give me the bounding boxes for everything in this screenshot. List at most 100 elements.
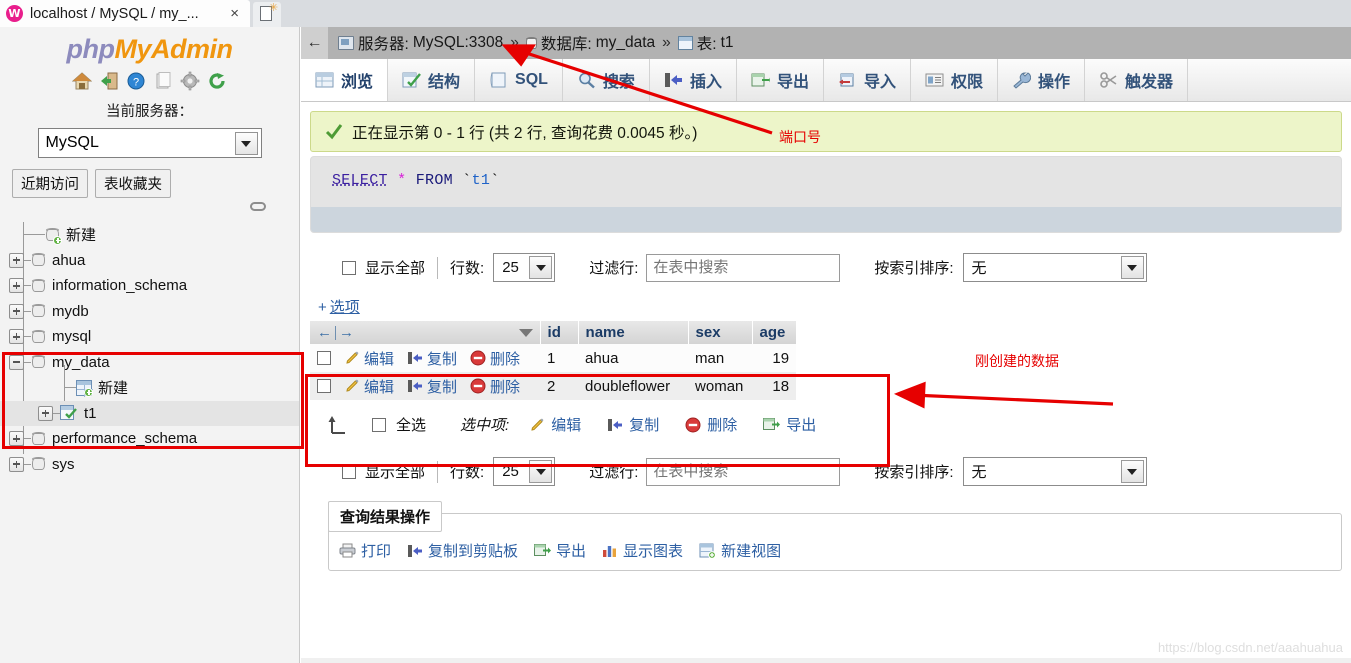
tab-export[interactable]: 导出 — [736, 59, 824, 101]
tab-insert[interactable]: 插入 — [649, 59, 737, 101]
show-chart-link[interactable]: 显示图表 — [602, 540, 683, 561]
sort-descending-icon[interactable] — [518, 328, 533, 337]
rows-select-bottom[interactable]: 25 — [493, 457, 556, 486]
tree-item-new-db[interactable]: 新建 — [0, 222, 299, 248]
column-header-name[interactable]: name — [578, 321, 689, 344]
tab-privileges[interactable]: 权限 — [910, 59, 998, 101]
tab-sql[interactable]: SQL — [475, 59, 563, 101]
settings-icon[interactable] — [180, 71, 200, 91]
delete-action[interactable]: 删除 — [470, 348, 520, 369]
tree-item-new-table[interactable]: 新建 — [0, 375, 299, 401]
tab-triggers[interactable]: 触发器 — [1085, 59, 1189, 101]
copy-to-clipboard-link[interactable]: 复制到剪贴板 — [407, 540, 518, 561]
recent-button[interactable]: 近期访问 — [12, 169, 88, 198]
expand-toggle-icon[interactable] — [9, 303, 24, 319]
copy-action[interactable]: 复制 — [407, 376, 457, 397]
sql-query-text[interactable]: SELECT * FROM `t1` — [311, 157, 1341, 207]
new-tab-button[interactable]: ✳ — [253, 2, 281, 27]
delete-action[interactable]: 删除 — [470, 376, 520, 397]
browser-tab[interactable]: W localhost / MySQL / my_... × — [0, 0, 250, 27]
tree-connector — [23, 234, 45, 236]
print-link[interactable]: 打印 — [339, 540, 391, 561]
tab-operations[interactable]: 操作 — [998, 59, 1086, 101]
exit-icon[interactable] — [99, 71, 119, 91]
tab-structure[interactable]: 结构 — [388, 59, 476, 101]
next-arrow-icon[interactable]: → — [339, 324, 354, 341]
tab-filler — [1188, 59, 1351, 101]
expand-toggle-icon[interactable] — [9, 456, 24, 472]
options-toggle[interactable]: + 选项 — [310, 296, 1342, 317]
expand-toggle-icon[interactable] — [9, 252, 24, 268]
cell-sex: man — [688, 344, 753, 372]
tree-item-information-schema[interactable]: information_schema — [0, 273, 299, 299]
tree-item-mysql[interactable]: mysql — [0, 324, 299, 350]
tree-item-my-data[interactable]: my_data — [0, 350, 299, 376]
edit-action[interactable]: 编辑 — [344, 348, 394, 369]
show-all-checkbox[interactable] — [342, 260, 356, 275]
server-select[interactable]: MySQL — [37, 128, 262, 158]
expand-toggle-icon[interactable] — [9, 278, 24, 294]
operations-icon — [1013, 72, 1031, 89]
filter-rows-input-bottom[interactable] — [646, 457, 841, 486]
export-icon — [534, 544, 552, 556]
divider — [437, 256, 439, 279]
show-all-checkbox-bottom[interactable] — [342, 464, 356, 479]
filter-bar-bottom: 显示全部 行数: 25 过滤行: 按索引排序: 无 — [310, 457, 1342, 486]
tab-browse[interactable]: 浏览 — [301, 59, 389, 101]
bulk-copy-button[interactable]: 复制 — [607, 414, 659, 435]
tree-item-ahua[interactable]: ahua — [0, 248, 299, 274]
column-header-age[interactable]: age — [752, 321, 797, 344]
back-button[interactable]: ← — [301, 27, 328, 59]
refresh-icon[interactable] — [207, 71, 227, 91]
tree-item-sys[interactable]: sys — [0, 452, 299, 478]
sort-by-key-select[interactable]: 无 — [962, 253, 1147, 282]
docs-icon[interactable] — [153, 71, 173, 91]
bulk-edit-button[interactable]: 编辑 — [529, 414, 581, 435]
select-all-checkbox[interactable] — [372, 417, 386, 432]
arrow-up-icon[interactable] — [328, 415, 354, 435]
sort-by-key-select-bottom[interactable]: 无 — [962, 457, 1147, 486]
pin-icon[interactable] — [250, 202, 266, 211]
export-link[interactable]: 导出 — [534, 540, 586, 561]
tree-item-t1[interactable]: t1 — [0, 400, 299, 426]
expand-toggle-icon[interactable] — [9, 431, 24, 447]
table-row: 编辑 复制 — [310, 344, 797, 372]
bulk-export-button[interactable]: 导出 — [763, 414, 816, 435]
tree-item-performance-schema[interactable]: performance_schema — [0, 426, 299, 452]
bulk-delete-button[interactable]: 删除 — [685, 414, 737, 435]
collapse-toggle-icon[interactable] — [9, 354, 24, 370]
tree-item-mydb[interactable]: mydb — [0, 299, 299, 325]
bulk-action-bar: 全选 选中项: 编辑 复制 删除 导出 — [310, 414, 1342, 435]
home-icon[interactable] — [72, 71, 92, 91]
breadcrumb-server-value[interactable]: MySQL:3308 — [413, 34, 503, 52]
db-icon — [31, 303, 46, 319]
table-check-icon — [60, 405, 78, 421]
tree-connector — [64, 387, 76, 389]
copy-action[interactable]: 复制 — [407, 348, 457, 369]
expand-toggle-icon[interactable] — [38, 405, 53, 421]
rows-select[interactable]: 25 — [493, 253, 556, 282]
select-all-label[interactable]: 全选 — [396, 414, 426, 435]
sort-select-value-bottom: 无 — [971, 464, 987, 481]
breadcrumb-db-value[interactable]: my_data — [596, 34, 655, 52]
search-icon — [579, 72, 595, 89]
row-checkbox[interactable] — [317, 379, 331, 393]
breadcrumb-table-value[interactable]: t1 — [721, 34, 734, 52]
row-checkbox[interactable] — [317, 351, 331, 365]
edit-label: 编辑 — [364, 378, 395, 396]
tab-search[interactable]: 搜索 — [562, 59, 650, 101]
tab-import[interactable]: 导入 — [823, 59, 911, 101]
expand-toggle-icon[interactable] — [9, 329, 24, 345]
column-header-id[interactable]: id — [540, 321, 579, 344]
create-view-link[interactable]: 新建视图 — [699, 540, 781, 561]
bulk-delete-label: 删除 — [707, 417, 738, 434]
close-icon[interactable]: × — [230, 6, 239, 21]
prev-arrow-icon[interactable]: ← — [317, 324, 332, 341]
edit-action[interactable]: 编辑 — [344, 376, 394, 397]
help-icon[interactable]: ? — [126, 71, 146, 91]
svg-text:?: ? — [133, 77, 139, 89]
phpmyadmin-logo[interactable]: phpMyAdmin — [0, 27, 299, 65]
favorites-button[interactable]: 表收藏夹 — [95, 169, 171, 198]
filter-rows-input[interactable] — [646, 253, 841, 282]
column-header-sex[interactable]: sex — [688, 321, 753, 344]
